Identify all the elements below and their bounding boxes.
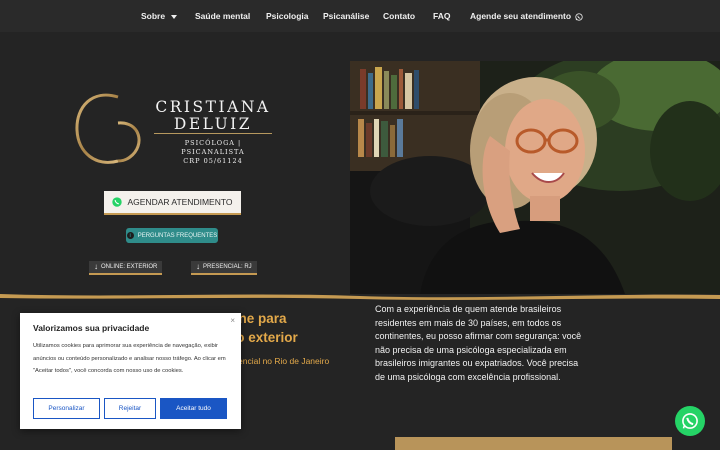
nav-item-psicologia[interactable]: Psicologia xyxy=(266,11,309,21)
cookie-text: Utilizamos cookies para aprimorar sua ex… xyxy=(33,343,226,374)
agendar-atendimento-button[interactable]: AGENDAR ATENDIMENTO xyxy=(104,191,241,215)
logo-monogram-icon xyxy=(75,89,141,173)
whatsapp-icon xyxy=(112,197,123,207)
presencial-rj-button[interactable]: ↓ PRESENCIAL: RJ xyxy=(191,261,257,275)
info-icon: i xyxy=(126,232,134,239)
gold-wave-divider xyxy=(0,294,720,300)
aceitar-tudo-button[interactable]: Aceitar tudo xyxy=(160,398,227,419)
personalizar-button[interactable]: Personalizar xyxy=(33,398,100,419)
online-exterior-button[interactable]: ↓ ONLINE: EXTERIOR xyxy=(89,261,163,275)
whatsapp-icon xyxy=(575,13,584,21)
arrow-down-icon: ↓ xyxy=(94,262,98,271)
cookie-consent-banner: × Valorizamos sua privacidade Utilizamos… xyxy=(20,313,241,429)
whatsapp-icon xyxy=(682,413,698,429)
whatsapp-float-button[interactable] xyxy=(675,406,705,436)
nav-item-contato[interactable]: Contato xyxy=(383,11,415,21)
close-icon[interactable]: × xyxy=(230,316,235,325)
logo-subtitle: PSICÓLOGA | PSICANALISTA CRP 05/61124 xyxy=(181,139,245,165)
perguntas-frequentes-button[interactable]: i PERGUNTAS FREQUENTES xyxy=(126,228,218,243)
chevron-down-icon xyxy=(171,14,178,19)
arrow-down-icon: ↓ xyxy=(196,262,200,271)
logo-divider xyxy=(154,133,272,134)
cookie-title: Valorizamos sua privacidade xyxy=(33,323,150,333)
rejeitar-button[interactable]: Rejeitar xyxy=(104,398,156,419)
hero-photo xyxy=(350,61,720,294)
intro-paragraph: Com a experiência de quem atende brasile… xyxy=(375,304,582,382)
hero-left-panel: CRISTIANA DELUIZ PSICÓLOGA | PSICANALIST… xyxy=(0,62,350,294)
nav-item-psicanalise[interactable]: Psicanálise xyxy=(323,11,369,21)
top-nav: Sobre Saúde mental Psicologia Psicanális… xyxy=(0,0,720,32)
nav-item-saude-mental[interactable]: Saúde mental xyxy=(195,11,250,21)
gold-panel xyxy=(395,437,672,450)
nav-item-faq[interactable]: FAQ xyxy=(433,11,450,21)
portrait-image xyxy=(350,61,720,294)
logo: CRISTIANA DELUIZ PSICÓLOGA | PSICANALIST… xyxy=(74,87,274,177)
logo-name: CRISTIANA DELUIZ xyxy=(155,98,271,133)
nav-item-sobre[interactable]: Sobre xyxy=(141,11,178,21)
nav-item-agende[interactable]: Agende seu atendimento xyxy=(470,11,584,21)
